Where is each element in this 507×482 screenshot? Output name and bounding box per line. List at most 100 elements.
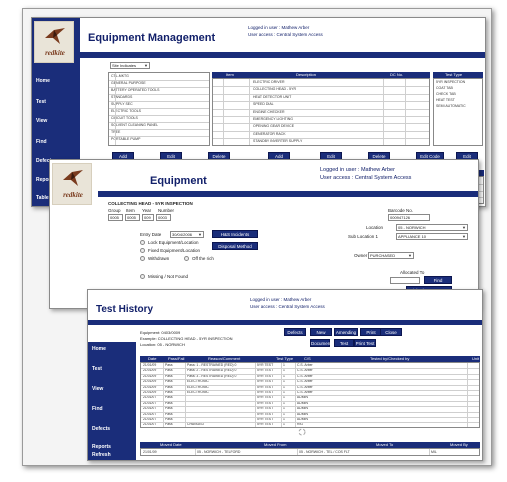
nav-test[interactable]: Test	[36, 99, 46, 105]
allocated-to-field[interactable]	[390, 277, 420, 284]
label-sub-location: Sub Location 1	[348, 234, 379, 239]
col-divider	[185, 363, 186, 427]
bottom-button-1[interactable]: Test	[334, 339, 354, 347]
table-cell[interactable]: 05 - NORWICH - TEL / COS FLT	[299, 450, 350, 454]
table-cell[interactable]: SPEED DIAL	[253, 102, 274, 106]
list-item[interactable]: SEMI AUTOMATIC	[436, 104, 466, 108]
history-table[interactable]: 21/01/09 Pass Pass: 1 - RESTRAINED (RED) 0…	[140, 362, 480, 428]
site-dropdown[interactable]: Site Indicates ▼	[110, 62, 150, 69]
chevron-down-icon: ▼	[462, 234, 466, 239]
bottom-button-0[interactable]: Document	[310, 339, 332, 347]
top-button-3[interactable]: Print	[360, 328, 382, 336]
row-divider	[141, 390, 479, 391]
table-cell[interactable]: Pass: 1 - RESTRAINED (RED) 0	[187, 363, 236, 367]
list-item[interactable]: CTL-MKTG	[111, 74, 129, 78]
top-button-0[interactable]: Defects	[284, 328, 306, 336]
table-cell[interactable]: C.S. Arber	[297, 363, 313, 367]
nav-reports[interactable]: Reports	[92, 444, 111, 450]
col-divider	[297, 449, 298, 455]
top-button-2[interactable]: Amending	[334, 328, 358, 336]
equipment-info: Equipment: 0403/0009	[140, 330, 181, 335]
table-cell[interactable]: 21/01/09	[143, 450, 157, 454]
table-cell[interactable]: EMERGENCY LIGHTING	[253, 117, 293, 121]
test-history-window: Home Test View Find Defects Reports Refr…	[87, 289, 483, 461]
nav-find[interactable]: Find	[92, 406, 103, 412]
row-divider	[213, 116, 429, 117]
top-button-4[interactable]: Close	[380, 328, 402, 336]
col-divider	[255, 363, 256, 427]
table-cell[interactable]: GENERATOR RACK	[253, 132, 286, 136]
col-divider	[223, 79, 224, 145]
login-access: User access : Central System Access	[248, 32, 323, 37]
table-cell[interactable]: 1	[283, 363, 285, 367]
title-bar	[98, 191, 478, 197]
nav-view[interactable]: View	[36, 118, 47, 124]
item-field[interactable]: 0005	[125, 214, 140, 221]
list-item[interactable]: CHECK TAB	[436, 92, 456, 96]
list-item[interactable]: COAT TAB	[436, 86, 453, 90]
table-cell[interactable]: COLLECTING HEAD - 5YR	[253, 87, 296, 91]
table-cell[interactable]: Pass	[165, 363, 173, 367]
login-info: Logged in user : Mathew Arber User acces…	[250, 296, 325, 310]
nav-find[interactable]: Find	[36, 139, 47, 145]
table-cell[interactable]: HEAT DETECTOR UNIT	[253, 95, 291, 99]
nav-home[interactable]: Home	[92, 346, 106, 352]
nav-test[interactable]: Test	[92, 366, 102, 372]
list-item[interactable]: SOLVENT CLEANING PANEL	[111, 123, 158, 127]
row-divider	[109, 122, 209, 123]
col-divider	[163, 363, 164, 427]
year-field[interactable]: 009	[142, 214, 154, 221]
site-dropdown-value: Site Indicates	[112, 63, 137, 68]
sidebar: Home Test View Find Defects Reports	[88, 342, 136, 460]
disposal-method-button[interactable]: Disposal Method	[212, 242, 258, 250]
label-item: Item	[126, 208, 135, 213]
category-list[interactable]: CTL-MKTG GENERAL PURPOSE BATTERY OPERATED …	[108, 72, 210, 146]
barcode-field[interactable]: 000947126	[388, 214, 430, 221]
loading-spinner-icon	[298, 428, 306, 436]
table-cell[interactable]: 21/01/09	[143, 363, 156, 367]
location-info: Location: 05 - NORWICH	[140, 342, 185, 347]
nav-refresh[interactable]: Refresh	[92, 452, 111, 458]
table-cell[interactable]: 5YR TEST	[257, 363, 273, 367]
bottom-button-2[interactable]: Print Test	[354, 339, 376, 347]
number-field[interactable]: 0003	[156, 214, 171, 221]
row-divider	[109, 108, 209, 109]
table-cell[interactable]: MIL	[431, 450, 437, 454]
login-user: Logged in user : Mathew Arber	[320, 167, 395, 173]
nav-defects[interactable]: Defects	[92, 426, 110, 432]
group-field[interactable]: 0005	[108, 214, 123, 221]
fixed-equipment-radio[interactable]	[140, 248, 145, 253]
withdrawn-radio[interactable]	[140, 256, 145, 261]
test-type-list[interactable]: 5YR INSPECTION COAT TAB CHECK TAB HEAT TEST…	[433, 78, 483, 146]
table-cell[interactable]: STANDBY INVERTER SUPPLY	[253, 139, 302, 143]
find-button[interactable]: Find	[424, 276, 452, 284]
label-allocated-to: Allocated To	[400, 270, 425, 275]
sub-location-select[interactable]: APPLIANCE 10 ▼	[396, 233, 468, 240]
table-cell[interactable]: OPENING GEAR DEVICE	[253, 124, 294, 128]
list-item[interactable]: HEAT TEST	[436, 98, 455, 102]
nav-home[interactable]: Home	[36, 78, 50, 84]
list-item[interactable]: BATTERY OPERATED TOOLS	[111, 88, 159, 92]
table-cell[interactable]: ENGINE CHECKER	[253, 110, 285, 114]
owner-select[interactable]: PURCHASED ▼	[368, 252, 414, 259]
item-table[interactable]: ELECTRIC DRIVER COLLECTING HEAD - 5YR HEAT…	[212, 78, 430, 146]
missing-radio[interactable]	[140, 274, 145, 279]
table-cell[interactable]: ELECTRIC DRIVER	[253, 80, 285, 84]
logo-text: redkite	[45, 49, 65, 57]
lock-equipment-radio[interactable]	[140, 240, 145, 245]
off-the-rich-radio[interactable]	[184, 256, 189, 261]
screenshot-collage: redkite Home Test View Find Defects Repo…	[22, 8, 492, 466]
hs-incidents-button[interactable]: H&S Incidents	[212, 230, 258, 238]
login-user: Logged in user : Mathew Arber	[250, 297, 312, 302]
list-item[interactable]: GENERAL PURPOSE	[111, 81, 146, 85]
entry-date-field[interactable]: 30/04/2006 ▼	[170, 231, 204, 238]
col-divider	[467, 363, 468, 427]
movement-table[interactable]: 21/01/09 05 - NORWICH - TELFORD 05 - NORWI…	[140, 448, 480, 456]
table-cell[interactable]: 05 - NORWICH - TELFORD	[197, 450, 240, 454]
top-button-1[interactable]: New Defect	[310, 328, 332, 343]
chevron-down-icon: ▼	[144, 63, 148, 68]
location-select[interactable]: 05 - NORWICH ▼	[396, 224, 468, 231]
row-divider	[109, 101, 209, 102]
list-item[interactable]: 5YR INSPECTION	[436, 80, 465, 84]
nav-view[interactable]: View	[92, 386, 103, 392]
